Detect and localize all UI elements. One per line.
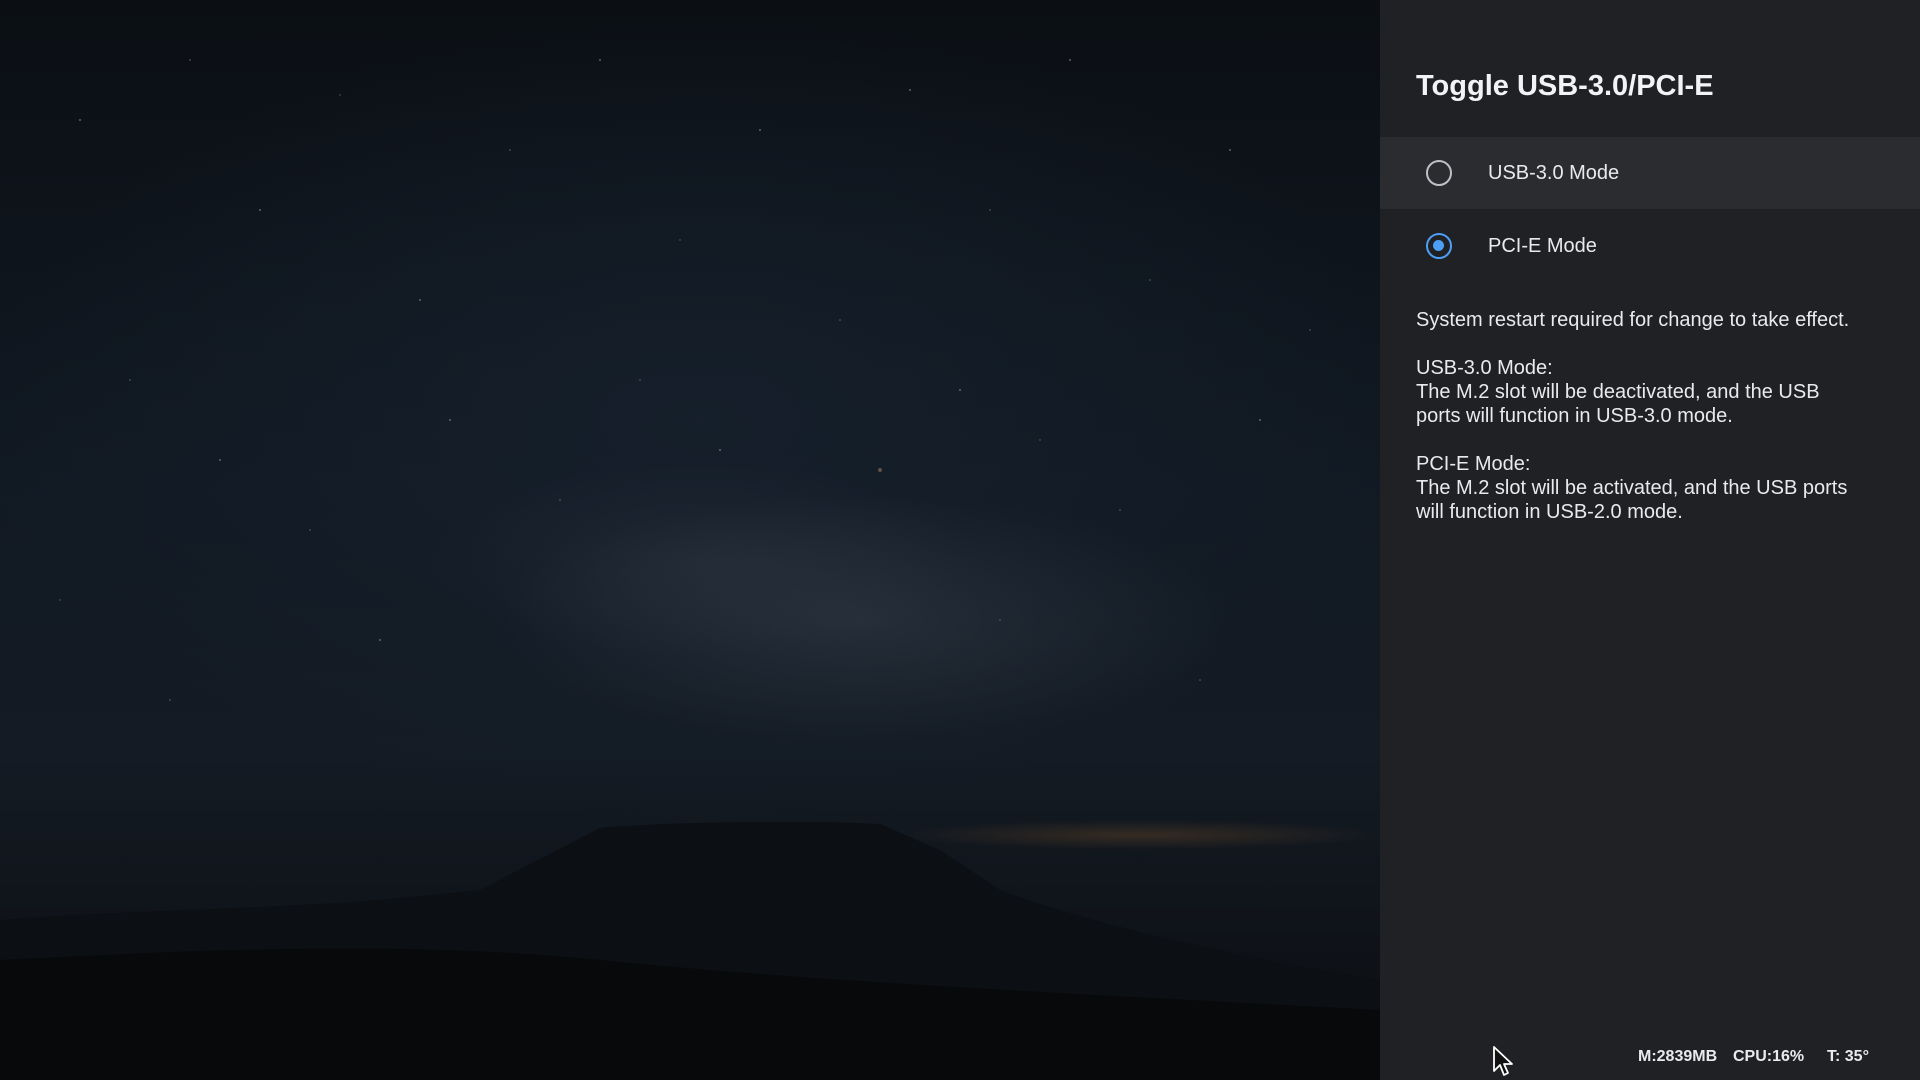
panel-title: Toggle USB-3.0/PCI-E xyxy=(1416,70,1714,102)
temperature-readout: T: 35° xyxy=(1827,1048,1869,1065)
pcie-mode-option[interactable]: PCI-E Mode xyxy=(1380,210,1920,282)
mouse-pointer-icon xyxy=(1493,1046,1513,1076)
pcie-mode-label: PCI-E Mode xyxy=(1488,234,1597,257)
pcie-description-heading: PCI-E Mode: xyxy=(1416,453,1531,475)
settings-side-panel: Toggle USB-3.0/PCI-E USB-3.0 Mode PCI-E … xyxy=(1380,0,1920,1080)
pcie-description: PCI-E Mode: The M.2 slot will be activat… xyxy=(1416,452,1856,524)
pcie-description-text: The M.2 slot will be activated, and the … xyxy=(1416,477,1848,523)
restart-note: System restart required for change to ta… xyxy=(1416,309,1850,331)
cpu-usage: CPU:16% xyxy=(1733,1048,1805,1065)
usb3-mode-option[interactable]: USB-3.0 Mode xyxy=(1380,137,1920,209)
radio-unchecked-icon[interactable] xyxy=(1426,160,1452,186)
wallpaper-night-sky xyxy=(0,0,1380,1080)
usb3-description-text: The M.2 slot will be deactivated, and th… xyxy=(1416,381,1820,427)
usb3-mode-label: USB-3.0 Mode xyxy=(1488,161,1620,184)
memory-usage: M:2839MB xyxy=(1638,1048,1718,1065)
usb3-description-heading: USB-3.0 Mode: xyxy=(1416,357,1553,379)
usb3-description: USB-3.0 Mode: The M.2 slot will be deact… xyxy=(1416,356,1856,428)
mode-description: System restart required for change to ta… xyxy=(1416,308,1856,548)
radio-checked-icon[interactable] xyxy=(1426,233,1452,259)
stars-layer xyxy=(59,59,1311,701)
screen: Toggle USB-3.0/PCI-E USB-3.0 Mode PCI-E … xyxy=(0,0,1920,1080)
mountain-silhouette xyxy=(0,821,1380,1080)
